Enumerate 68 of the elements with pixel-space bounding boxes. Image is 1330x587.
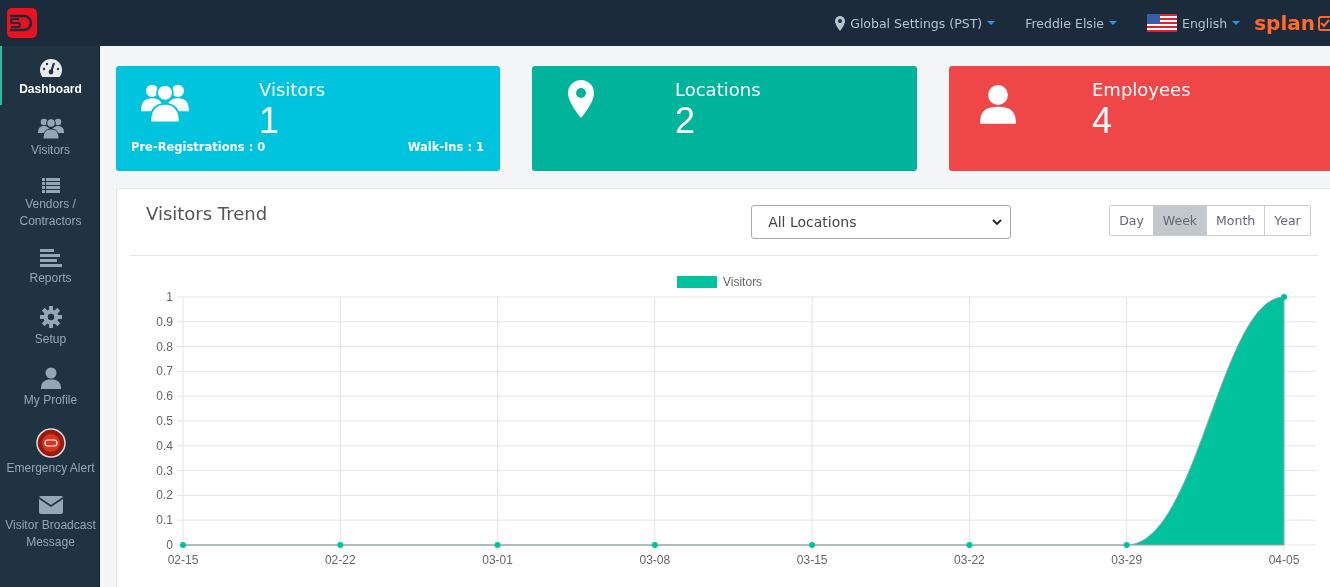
- sidebar-item[interactable]: Visitor Broadcast Message: [0, 484, 99, 558]
- map-pin-icon: [835, 15, 846, 31]
- data-point: [494, 542, 501, 548]
- axis-tick-label: 03-22: [954, 553, 985, 567]
- card-footer-text: Walk-Ins : 1: [407, 140, 484, 154]
- axis-tick-label: 03-29: [1111, 553, 1143, 567]
- axis-tick-label: 1: [166, 290, 173, 304]
- people-icon: [37, 117, 64, 139]
- axis-tick-label: 0.1: [156, 513, 173, 528]
- list-icon: [41, 178, 60, 193]
- gear-icon: [39, 306, 62, 328]
- language-dropdown[interactable]: English: [1147, 14, 1241, 32]
- alarm-button-icon: [35, 428, 66, 458]
- data-point: [1281, 294, 1287, 300]
- report-lines-icon: [39, 249, 62, 267]
- location-select[interactable]: All Locations: [751, 205, 1012, 239]
- map-pin-icon: [568, 80, 594, 118]
- axis-tick-label: 03-15: [796, 553, 828, 567]
- flag-icon: [1147, 14, 1178, 32]
- axis-tick-label: 03-08: [639, 553, 671, 567]
- sidebar-item[interactable]: Reports: [0, 237, 99, 294]
- card-title: Visitors: [259, 79, 326, 100]
- axis-tick-label: 0.8: [156, 339, 173, 354]
- data-point: [651, 542, 658, 548]
- data-point: [966, 542, 973, 548]
- sidebar-item[interactable]: Vendors / Contractors: [0, 166, 99, 237]
- period-tab[interactable]: Week: [1153, 206, 1208, 235]
- panel-title: Visitors Trend: [146, 203, 268, 224]
- person-icon: [40, 367, 61, 389]
- card-title: Employees: [1092, 79, 1191, 100]
- person-icon: [980, 84, 1016, 124]
- legend-label: Visitors: [723, 275, 763, 289]
- brand-logo: splan: [1254, 11, 1315, 35]
- sidebar-item[interactable]: My Profile: [0, 355, 99, 416]
- gauge-icon: [38, 58, 63, 78]
- location-dropdown[interactable]: Global Settings (PST): [835, 15, 996, 31]
- chart-legend[interactable]: Visitors: [677, 275, 763, 289]
- card-title: Locations: [675, 79, 761, 100]
- sidebar-item[interactable]: Visitors: [0, 105, 99, 166]
- chevron-down-icon: [992, 218, 1003, 226]
- envelope-icon: [38, 496, 63, 514]
- axis-tick-label: 04-05: [1268, 553, 1300, 567]
- sidebar-item[interactable]: Setup: [0, 294, 99, 355]
- axis-tick-label: 0: [166, 538, 173, 552]
- sidebar-item[interactable]: Emergency Alert: [0, 416, 99, 484]
- axis-tick-label: 0.6: [156, 389, 173, 404]
- axis-tick-label: 02-22: [324, 553, 356, 567]
- sidebar-item[interactable]: Dashboard: [0, 46, 99, 105]
- axis-tick-label: 0.5: [156, 414, 173, 428]
- axis-tick-label: 02-15: [167, 553, 199, 567]
- data-point: [809, 542, 816, 548]
- axis-tick-label: 0.7: [156, 364, 173, 379]
- axis-tick-label: 0.2: [156, 488, 173, 503]
- card-count: 2: [675, 100, 696, 142]
- card-count: 1: [259, 100, 280, 142]
- checkbox-icon: [1318, 15, 1330, 31]
- user-dropdown[interactable]: Freddie Elsie: [1025, 15, 1118, 31]
- axis-tick-label: 0.3: [156, 463, 173, 478]
- logo-icon: [7, 8, 37, 38]
- axis-tick-label: 03-01: [482, 553, 513, 567]
- card-count: 4: [1092, 100, 1113, 142]
- data-point: [180, 542, 186, 548]
- period-tab[interactable]: Day: [1110, 206, 1154, 235]
- card-footer-text: Pre-Registrations : 0: [131, 140, 266, 154]
- data-point: [1123, 542, 1130, 548]
- axis-tick-label: 0.9: [156, 314, 173, 329]
- data-point: [337, 542, 344, 548]
- axis-tick-label: 0.4: [156, 438, 173, 453]
